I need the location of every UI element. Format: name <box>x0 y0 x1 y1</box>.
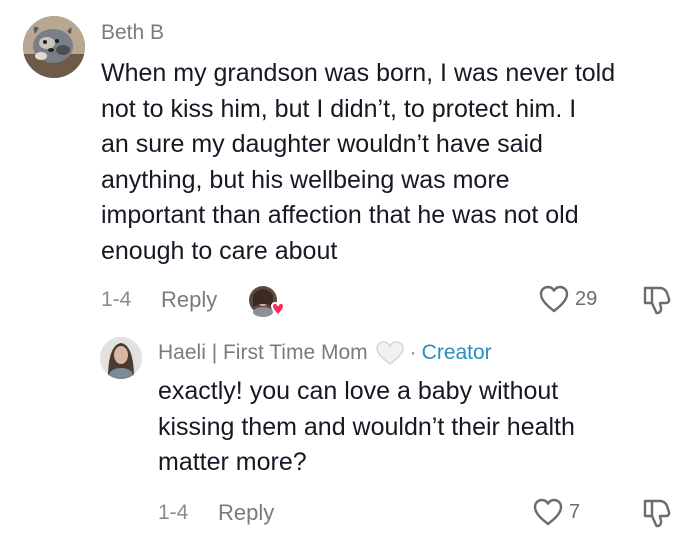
comment-date: 1-4 <box>101 288 132 311</box>
reply-like-count: 7 <box>569 500 581 523</box>
comment-beth: Beth B When my grandson was born, I was … <box>0 0 700 330</box>
comment-text-line: important than affection that he was not… <box>101 201 579 229</box>
comment-text-line: an sure my daughter wouldn’t have said <box>101 130 543 158</box>
reply-haeli: Haeli | First Time Mom · Creator exactly… <box>0 330 700 540</box>
separator-dot: · <box>409 341 417 364</box>
profile-photo-icon <box>100 337 142 379</box>
thumbs-down-icon <box>643 499 671 528</box>
comment-text-line: enough to care about <box>101 236 338 265</box>
comment-text-line: anything, but his wellbeing was more <box>101 165 510 194</box>
dislike-button[interactable] <box>640 284 672 321</box>
comment-text: When my grandson was born, I was never t… <box>101 56 696 269</box>
white-heart-icon <box>375 341 404 366</box>
comment-text-line: not to kiss him, but I didn’t, to protec… <box>101 94 577 123</box>
reply-like-button[interactable]: 7 <box>532 497 580 527</box>
reply-avatar[interactable] <box>100 337 142 379</box>
reply-reply-button[interactable]: Reply <box>218 500 274 526</box>
like-button[interactable]: 29 <box>538 284 597 314</box>
commenter-avatar[interactable] <box>23 16 85 78</box>
reply-username-row: Haeli | First Time Mom · Creator <box>158 340 492 366</box>
reply-text: exactly! you can love a baby without kis… <box>158 374 698 481</box>
reply-text-line: matter more? <box>158 448 307 476</box>
commenter-username[interactable]: Beth B <box>101 21 164 45</box>
reply-button[interactable]: Reply <box>161 287 217 313</box>
heart-outline-icon <box>533 498 563 526</box>
heart-outline-icon <box>539 285 569 313</box>
like-count: 29 <box>575 287 598 310</box>
dog-photo-icon <box>23 16 85 78</box>
reply-username[interactable]: Haeli | First Time Mom <box>158 341 368 365</box>
reply-text-line: exactly! you can love a baby without <box>158 377 559 405</box>
creator-liked-icon <box>248 285 286 317</box>
reply-date: 1-4 <box>158 501 189 524</box>
creator-badge: Creator <box>421 341 492 364</box>
comment-text-line: When my grandson was born, I was never t… <box>101 59 616 87</box>
reply-dislike-button[interactable] <box>640 497 672 534</box>
thumbs-down-icon <box>643 286 671 315</box>
reply-text-line: kissing them and wouldn’t their health <box>158 412 575 441</box>
